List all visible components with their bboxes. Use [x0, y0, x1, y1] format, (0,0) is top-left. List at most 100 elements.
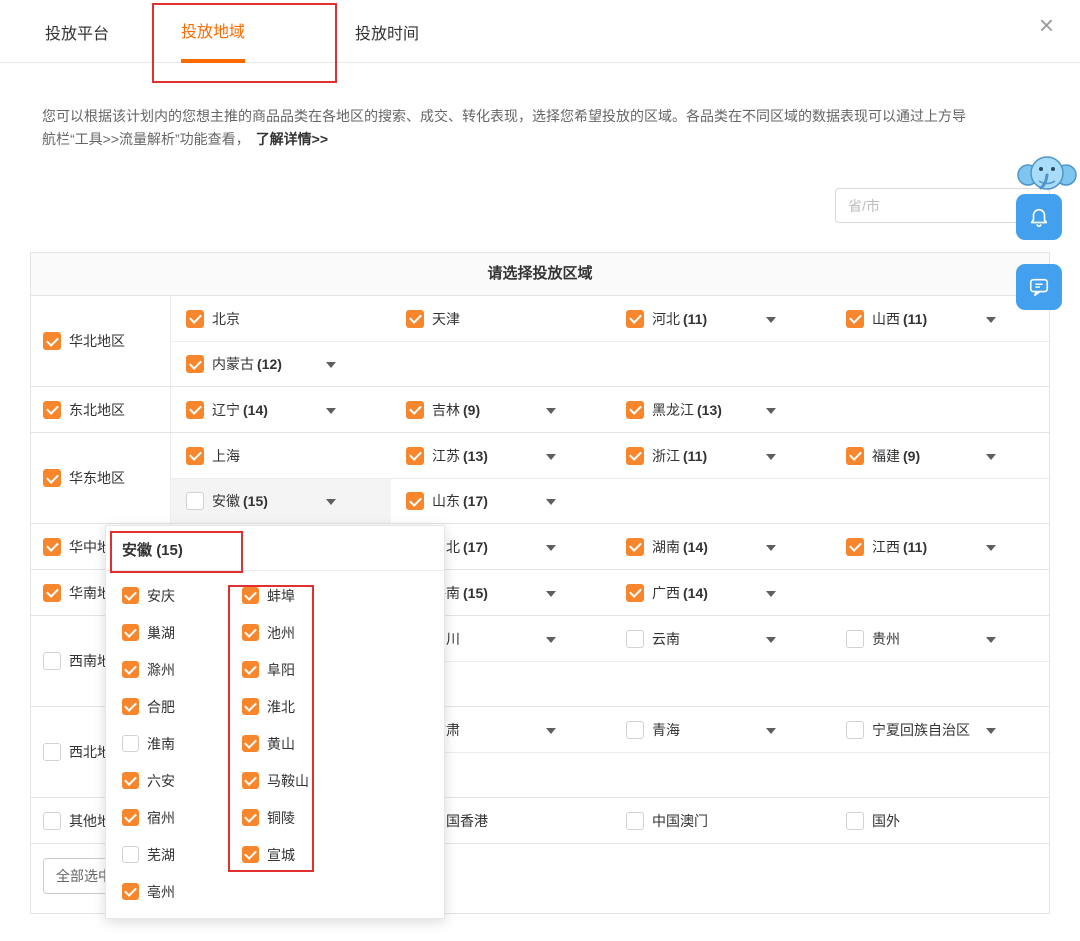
chevron-down-icon[interactable] — [986, 544, 996, 551]
learn-more-link[interactable]: 了解详情>> — [256, 131, 328, 147]
city-item[interactable]: 滁州 — [122, 651, 242, 688]
province-checkbox[interactable] — [626, 309, 644, 328]
province-cell[interactable]: 河北 (11) — [611, 296, 831, 341]
province-checkbox[interactable] — [846, 811, 864, 830]
province-cell[interactable]: 山东 (17) — [391, 479, 611, 523]
province-cell[interactable]: 青海 — [611, 707, 831, 752]
province-cell[interactable]: 广西 (14) — [611, 570, 831, 615]
province-cell[interactable]: 中国澳门 — [611, 798, 831, 843]
city-checkbox[interactable] — [122, 809, 139, 826]
province-cell[interactable]: 吉林 (9) — [391, 387, 611, 432]
city-checkbox[interactable] — [122, 846, 139, 863]
region-checkbox[interactable] — [43, 469, 61, 487]
chat-button[interactable] — [1016, 264, 1062, 310]
tab-placement-region[interactable]: 投放地域 — [181, 0, 246, 63]
province-cell[interactable]: 云南 — [611, 616, 831, 661]
province-checkbox[interactable] — [406, 492, 424, 510]
city-item[interactable]: 马鞍山 — [242, 762, 362, 799]
province-cell[interactable]: 浙江 (11) — [611, 433, 831, 478]
region-checkbox[interactable] — [43, 743, 61, 761]
tab-placement-time[interactable]: 投放时间 — [355, 0, 419, 63]
city-item[interactable]: 巢湖 — [122, 614, 242, 651]
province-checkbox[interactable] — [186, 400, 204, 419]
chevron-down-icon[interactable] — [546, 453, 556, 460]
city-item[interactable]: 蚌埠 — [242, 577, 362, 614]
city-checkbox[interactable] — [122, 772, 139, 789]
province-cell[interactable]: 黑龙江 (13) — [611, 387, 831, 432]
city-checkbox[interactable] — [122, 883, 139, 900]
close-icon[interactable]: × — [1039, 12, 1054, 38]
region-checkbox[interactable] — [43, 652, 61, 670]
region-checkbox[interactable] — [43, 332, 61, 350]
chevron-down-icon[interactable] — [766, 316, 776, 323]
notification-bell-button[interactable] — [1016, 194, 1062, 240]
province-checkbox[interactable] — [406, 309, 424, 328]
chevron-down-icon[interactable] — [766, 407, 776, 414]
city-checkbox[interactable] — [242, 735, 259, 752]
chevron-down-icon[interactable] — [546, 407, 556, 414]
province-cell[interactable]: 辽宁 (14) — [171, 387, 391, 432]
province-checkbox[interactable] — [186, 492, 204, 510]
chevron-down-icon[interactable] — [326, 362, 336, 368]
tab-placement-platform[interactable]: 投放平台 — [45, 0, 109, 63]
province-checkbox[interactable] — [626, 811, 644, 830]
city-checkbox[interactable] — [242, 661, 259, 678]
province-checkbox[interactable] — [186, 309, 204, 328]
city-item[interactable]: 安庆 — [122, 577, 242, 614]
chevron-down-icon[interactable] — [326, 499, 336, 505]
province-checkbox[interactable] — [626, 629, 644, 648]
province-checkbox[interactable] — [846, 629, 864, 648]
region-checkbox[interactable] — [43, 583, 61, 602]
region-checkbox[interactable] — [43, 400, 61, 419]
province-checkbox[interactable] — [626, 400, 644, 419]
province-cell[interactable]: 福建 (9) — [831, 433, 1051, 478]
province-checkbox[interactable] — [846, 309, 864, 328]
chevron-down-icon[interactable] — [766, 727, 776, 734]
city-checkbox[interactable] — [122, 698, 139, 715]
province-cell[interactable]: 贵州 — [831, 616, 1051, 661]
province-cell[interactable]: 宁夏回族自治区 — [831, 707, 1051, 752]
city-checkbox[interactable] — [242, 587, 259, 604]
chevron-down-icon[interactable] — [546, 727, 556, 734]
province-cell[interactable]: 上海 — [171, 433, 391, 478]
chevron-down-icon[interactable] — [546, 544, 556, 551]
city-item[interactable]: 六安 — [122, 762, 242, 799]
city-item[interactable]: 宿州 — [122, 799, 242, 836]
province-checkbox[interactable] — [406, 400, 424, 419]
province-cell[interactable]: 湖南 (14) — [611, 524, 831, 569]
city-checkbox[interactable] — [122, 624, 139, 641]
city-checkbox[interactable] — [242, 846, 259, 863]
province-checkbox[interactable] — [186, 446, 204, 465]
chevron-down-icon[interactable] — [766, 590, 776, 597]
province-checkbox[interactable] — [846, 446, 864, 465]
chevron-down-icon[interactable] — [766, 453, 776, 460]
province-checkbox[interactable] — [846, 720, 864, 739]
city-item[interactable]: 淮北 — [242, 688, 362, 725]
city-checkbox[interactable] — [242, 809, 259, 826]
chevron-down-icon[interactable] — [986, 316, 996, 323]
chevron-down-icon[interactable] — [546, 636, 556, 643]
chevron-down-icon[interactable] — [986, 727, 996, 734]
city-item[interactable]: 铜陵 — [242, 799, 362, 836]
province-cell[interactable]: 江苏 (13) — [391, 433, 611, 478]
city-item[interactable]: 宣城 — [242, 836, 362, 873]
chevron-down-icon[interactable] — [546, 499, 556, 505]
city-item[interactable]: 合肥 — [122, 688, 242, 725]
province-checkbox[interactable] — [626, 537, 644, 556]
chevron-down-icon[interactable] — [766, 636, 776, 643]
city-checkbox[interactable] — [242, 698, 259, 715]
city-item[interactable]: 黄山 — [242, 725, 362, 762]
chevron-down-icon[interactable] — [766, 544, 776, 551]
province-checkbox[interactable] — [626, 720, 644, 739]
province-checkbox[interactable] — [186, 355, 204, 373]
province-cell[interactable]: 北京 — [171, 296, 391, 341]
chevron-down-icon[interactable] — [326, 407, 336, 414]
chevron-down-icon[interactable] — [986, 453, 996, 460]
city-item[interactable]: 淮南 — [122, 725, 242, 762]
province-cell[interactable]: 国外 — [831, 798, 1051, 843]
province-checkbox[interactable] — [406, 446, 424, 465]
province-checkbox[interactable] — [846, 537, 864, 556]
province-cell[interactable]: 内蒙古 (12) — [171, 342, 391, 386]
province-checkbox[interactable] — [626, 446, 644, 465]
city-item[interactable]: 池州 — [242, 614, 362, 651]
